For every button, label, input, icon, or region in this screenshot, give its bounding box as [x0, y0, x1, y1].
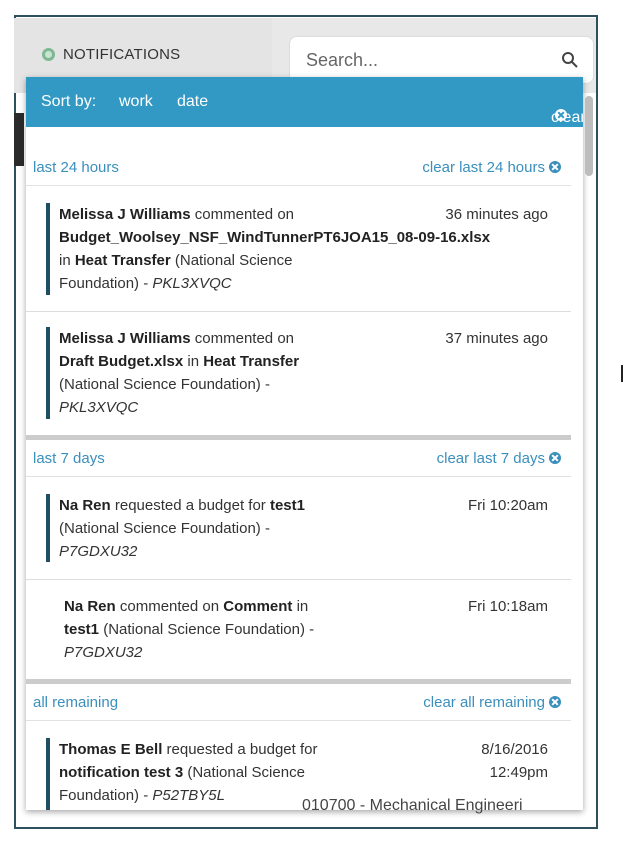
- notification-item[interactable]: Na Ren commented on Comment in test1 (Na…: [26, 579, 571, 680]
- close-circle-icon: [549, 161, 561, 173]
- search-icon[interactable]: [561, 51, 579, 69]
- notification-text: Na Ren commented on Comment in test1 (Na…: [64, 598, 315, 661]
- group-header-7d: last 7 days clear last 7 days: [26, 441, 571, 477]
- sort-date-button[interactable]: date: [177, 93, 208, 111]
- notification-time: 37 minutes ago: [445, 330, 548, 347]
- close-circle-icon: [549, 696, 561, 708]
- notification-item[interactable]: Na Ren requested a budget for test1 (Nat…: [26, 477, 571, 580]
- notifications-dropdown: Sort by: work date clear all last 24 hou…: [26, 77, 583, 810]
- group-separator: [26, 679, 571, 684]
- unread-indicator: [46, 494, 50, 562]
- sort-by-label: Sort by:: [41, 93, 97, 110]
- scrollbar-thumb[interactable]: [585, 96, 593, 176]
- text-cursor: [621, 365, 623, 382]
- search-input[interactable]: [304, 49, 548, 72]
- background-text: 010700 - Mechanical Engineeri: [302, 797, 523, 814]
- clear-24h-button[interactable]: clear last 24 hours: [422, 159, 561, 176]
- group-header-remaining: all remaining clear all remaining: [26, 685, 571, 721]
- sort-bar: Sort by: work date clear all: [26, 77, 583, 144]
- globe-icon: [42, 48, 55, 61]
- notification-text: Melissa J Williams commented on Budget_W…: [59, 206, 491, 292]
- clear-remaining-button[interactable]: clear all remaining: [423, 694, 561, 711]
- notification-item[interactable]: Melissa J Williams commented on Draft Bu…: [26, 311, 571, 436]
- unread-indicator: [46, 327, 50, 419]
- group-label: last 7 days: [33, 450, 105, 467]
- close-circle-icon: [549, 452, 561, 464]
- unread-indicator: [46, 203, 50, 295]
- close-circle-icon: [555, 109, 567, 121]
- unread-indicator: [46, 738, 50, 810]
- group-separator: [26, 435, 571, 440]
- group-label: all remaining: [33, 694, 119, 711]
- notification-text: Na Ren requested a budget for test1 (Nat…: [59, 497, 305, 560]
- notification-time: Fri 10:18am: [467, 598, 548, 615]
- notification-time: 36 minutes ago: [445, 206, 548, 223]
- clear-7d-button[interactable]: clear last 7 days: [437, 450, 561, 467]
- notifications-tab-label: NOTIFICATIONS: [42, 46, 180, 63]
- group-label: last 24 hours: [33, 159, 119, 176]
- sort-work-button[interactable]: work: [119, 93, 153, 111]
- notification-item[interactable]: Melissa J Williams commented on Budget_W…: [26, 185, 571, 312]
- group-header-24h: last 24 hours clear last 24 hours: [26, 150, 571, 186]
- notification-time: Fri 10:20am: [467, 497, 548, 514]
- notification-text: Melissa J Williams commented on Draft Bu…: [59, 330, 300, 416]
- notification-text: Thomas E Bell requested a budget for not…: [59, 741, 318, 804]
- notification-time: 8/16/2016 12:49pm: [481, 741, 548, 781]
- side-tab: [14, 113, 24, 166]
